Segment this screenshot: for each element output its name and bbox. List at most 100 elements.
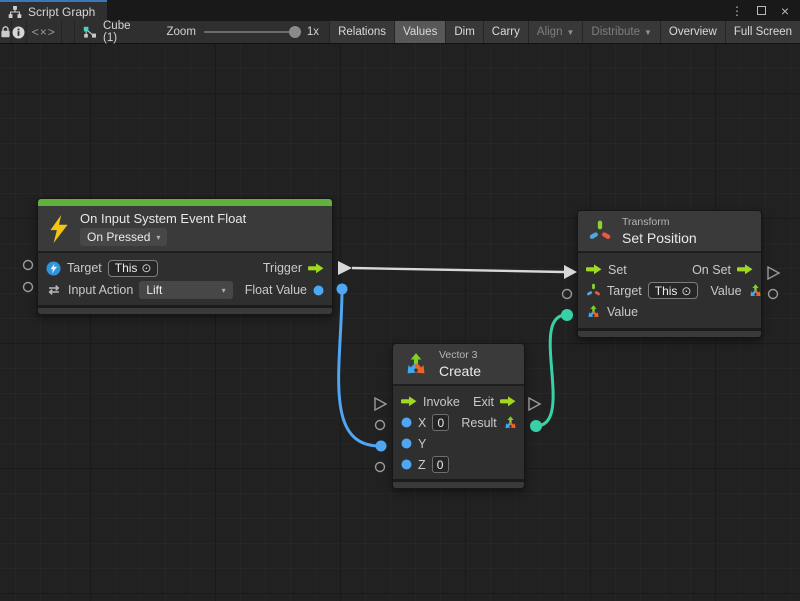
control-arrow-icon	[500, 396, 516, 407]
control-arrow-icon	[401, 396, 417, 407]
lock-icon	[0, 26, 11, 38]
control-arrow-icon	[308, 263, 324, 274]
exit-output-port[interactable]	[529, 398, 540, 410]
zoom-slider-handle[interactable]	[289, 26, 301, 38]
event-target-chip[interactable]: This ⊙	[108, 260, 159, 277]
set-position-header[interactable]: Transform Set Position	[578, 211, 761, 253]
event-node-header[interactable]: On Input System Event Float On Pressed ▾	[38, 206, 332, 253]
event-target-icon	[46, 261, 61, 276]
trigger-output-port[interactable]	[338, 261, 352, 275]
float-port-icon	[313, 285, 324, 296]
input-action-icon: ⇄	[46, 282, 62, 298]
x-row: X 0 Result	[401, 412, 516, 433]
on-set-output-port[interactable]	[768, 267, 779, 279]
y-label: Y	[418, 437, 426, 451]
set-position-footer[interactable]	[578, 328, 761, 337]
vector3-port-icon	[586, 304, 601, 319]
value-output-port[interactable]	[769, 290, 778, 299]
z-label: Z	[418, 458, 426, 472]
result-output-port[interactable]	[530, 420, 542, 432]
event-input-action-port[interactable]	[24, 283, 33, 292]
relations-button[interactable]: Relations	[330, 21, 395, 43]
input-action-label: Input Action	[68, 283, 133, 297]
window-menu-icon[interactable]: ⋮	[730, 4, 744, 18]
transform-mini-icon	[586, 283, 601, 298]
window-controls: ⋮ ×	[730, 0, 800, 21]
dim-button[interactable]: Dim	[446, 21, 483, 43]
float-port-icon	[401, 417, 412, 428]
z-value-field[interactable]: 0	[432, 456, 449, 473]
graph-reference[interactable]: Cube (1)	[75, 21, 141, 43]
input-action-dropdown[interactable]: Lift ▾	[139, 281, 232, 299]
x-value-field[interactable]: 0	[432, 414, 449, 431]
overview-button[interactable]: Overview	[661, 21, 726, 43]
x-input-port[interactable]	[376, 421, 385, 430]
tab-bar: Script Graph ⋮ ×	[0, 0, 800, 21]
invoke-row: Invoke Exit	[401, 391, 516, 412]
unity-script-graph-window: Script Graph ⋮ ×	[0, 0, 800, 601]
tab-script-graph[interactable]: Script Graph	[0, 0, 107, 21]
event-node-footer[interactable]	[38, 305, 332, 314]
align-button[interactable]: Align▼	[529, 21, 584, 43]
info-button[interactable]	[12, 21, 27, 43]
event-node-body: Target This ⊙ Trigger ⇄ Input Action	[38, 253, 332, 305]
caret-down-icon: ▼	[566, 28, 574, 37]
node-set-position[interactable]: Transform Set Position Set On Set	[577, 210, 762, 338]
invoke-label: Invoke	[423, 395, 460, 409]
target-label: Target	[67, 261, 102, 275]
z-input-port[interactable]	[376, 463, 385, 472]
set-position-target-row: Target This ⊙ Value	[586, 280, 753, 301]
values-button[interactable]: Values	[395, 21, 446, 43]
close-icon[interactable]: ×	[778, 4, 792, 18]
maximize-icon[interactable]	[754, 4, 768, 18]
vector3-header[interactable]: Vector 3 Create	[393, 344, 524, 386]
event-node-title: On Input System Event Float	[80, 211, 246, 226]
wire-trigger-to-set[interactable]	[352, 268, 564, 272]
invoke-input-port[interactable]	[375, 398, 386, 410]
caret-down-icon: ▾	[156, 233, 160, 242]
set-position-target-chip[interactable]: This ⊙	[648, 282, 699, 299]
transform-icon	[588, 219, 612, 243]
control-arrow-icon	[586, 264, 602, 275]
wire-result-to-value[interactable]	[536, 315, 566, 426]
control-arrow-icon	[737, 264, 753, 275]
lightning-bolt-icon	[48, 215, 70, 243]
set-position-title: Set Position	[622, 230, 697, 246]
float-value-out-label: Float Value	[245, 283, 307, 297]
caret-down-icon: ▼	[644, 28, 652, 37]
full-screen-button[interactable]: Full Screen	[726, 21, 800, 43]
set-position-target-port[interactable]	[563, 290, 572, 299]
event-target-row: Target This ⊙ Trigger	[46, 257, 324, 279]
value-input-port[interactable]	[561, 309, 573, 321]
node-vector3-create[interactable]: Vector 3 Create Invoke Exit	[392, 343, 525, 489]
event-target-port[interactable]	[24, 261, 33, 270]
zoom-label: Zoom	[167, 26, 196, 38]
caret-down-icon: ▾	[222, 286, 226, 295]
value-out-label: Value	[710, 284, 741, 298]
breadcrumb[interactable]: <×>	[27, 21, 62, 43]
set-input-port[interactable]	[564, 265, 577, 279]
y-row: Y	[401, 433, 516, 454]
zoom-slider[interactable]	[204, 31, 299, 33]
toolbar-buttons: Relations Values Dim Carry Align▼ Distri…	[329, 21, 800, 43]
wire-floatvalue-to-y[interactable]	[339, 289, 380, 446]
vector3-footer[interactable]	[393, 479, 524, 488]
lock-button[interactable]	[0, 21, 12, 43]
object-picker-icon[interactable]: ⊙	[141, 261, 151, 275]
zoom-value: 1x	[307, 26, 319, 38]
node-on-input-system-event-float[interactable]: On Input System Event Float On Pressed ▾	[37, 198, 333, 315]
vector3-caption: Vector 3	[439, 349, 481, 361]
carry-button[interactable]: Carry	[484, 21, 529, 43]
event-mode-dropdown[interactable]: On Pressed ▾	[80, 228, 167, 246]
exit-label: Exit	[473, 395, 494, 409]
object-picker-icon[interactable]: ⊙	[681, 284, 691, 298]
vector3-port-icon	[748, 283, 763, 298]
distribute-button[interactable]: Distribute▼	[583, 21, 661, 43]
target-label: Target	[607, 284, 642, 298]
event-accent-bar	[38, 199, 332, 206]
float-value-output-port[interactable]	[337, 284, 348, 295]
graph-reference-label: Cube (1)	[103, 20, 131, 44]
graph-canvas[interactable]: On Input System Event Float On Pressed ▾	[0, 44, 800, 601]
y-input-port[interactable]	[376, 441, 387, 452]
event-input-action-row: ⇄ Input Action Lift ▾ Float Value	[46, 279, 324, 301]
